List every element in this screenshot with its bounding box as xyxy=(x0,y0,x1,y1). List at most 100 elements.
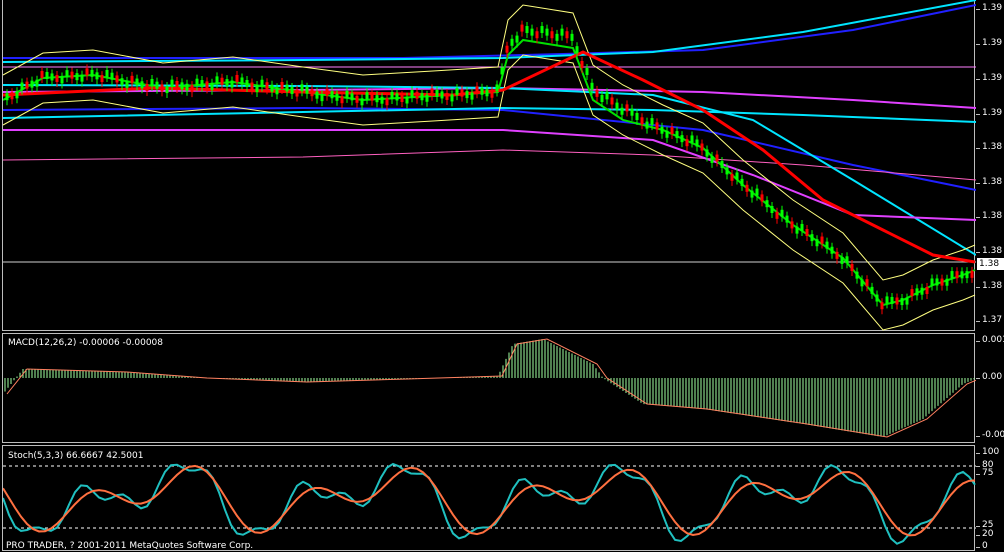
candle-body xyxy=(795,226,799,234)
candle-body xyxy=(265,82,269,90)
candle-body xyxy=(415,91,419,99)
candle-body xyxy=(190,85,194,93)
stochastic-axis: 100 80 75 25 20 0 xyxy=(975,445,1004,551)
price-tick: 1.38 xyxy=(975,142,1003,152)
candle-body xyxy=(300,84,304,92)
candle-body xyxy=(90,69,94,77)
candle-body xyxy=(95,72,99,80)
candle-body xyxy=(825,241,829,249)
candle-body xyxy=(335,93,339,101)
candle-body xyxy=(805,229,809,237)
candle-body xyxy=(215,76,219,84)
price-chart-canvas xyxy=(3,0,976,331)
candle-body xyxy=(540,26,544,34)
candle-body xyxy=(280,82,284,89)
blue-ma-line xyxy=(3,4,976,59)
candle-body xyxy=(665,130,669,138)
candle-body xyxy=(115,75,119,83)
candle-body xyxy=(590,82,594,90)
candle-body xyxy=(510,38,514,46)
candle-body xyxy=(150,78,154,86)
price-tick: 1.38 xyxy=(975,281,1003,291)
candle-body xyxy=(5,93,9,101)
candle-body xyxy=(970,270,974,278)
candle-body xyxy=(245,80,249,87)
candle-body xyxy=(175,81,179,88)
candle-body xyxy=(475,86,479,94)
candle-body xyxy=(555,33,559,41)
macd-signal-line xyxy=(6,338,976,438)
candle-body xyxy=(360,98,364,106)
candle-body xyxy=(785,215,789,223)
candle-body xyxy=(350,93,354,101)
stochastic-pane[interactable]: Stoch(5,3,3) 66.6667 42.5001 xyxy=(2,445,976,551)
candle-body xyxy=(135,78,139,86)
candle-body xyxy=(570,33,574,41)
candle-body xyxy=(645,121,649,129)
candle-body xyxy=(525,26,529,34)
candle-body xyxy=(880,302,884,310)
candle-body xyxy=(600,95,604,102)
price-chart-pane[interactable] xyxy=(2,0,976,331)
candle-body xyxy=(25,81,29,89)
candle-body xyxy=(705,149,709,157)
copyright-text: PRO TRADER, ? 2001-2011 MetaQuotes Softw… xyxy=(6,541,254,551)
candle-body xyxy=(780,209,784,217)
price-tick: 1.39 xyxy=(975,38,1003,48)
candle-body xyxy=(185,83,189,91)
candle-body xyxy=(480,87,484,95)
price-axis: 1.39 1.39 1.39 1.39 1.38 1.38 1.38 1.38 … xyxy=(975,0,1004,331)
candle-body xyxy=(650,118,654,126)
candle-body xyxy=(80,74,84,82)
candle-body xyxy=(900,298,904,306)
candle-body xyxy=(40,70,44,78)
candle-body xyxy=(345,90,349,98)
stoch-tick: 100 xyxy=(975,447,1000,457)
cyan-ma-line xyxy=(3,0,976,63)
candle-body xyxy=(950,271,954,279)
candle-body xyxy=(370,93,374,101)
fast-ma-line xyxy=(3,38,976,307)
candle-body xyxy=(800,223,804,231)
candle-body xyxy=(410,90,414,98)
candle-body xyxy=(860,279,864,287)
candle-body xyxy=(850,263,854,271)
candle-body xyxy=(670,127,674,135)
candle-body xyxy=(65,70,69,78)
candle-body xyxy=(295,89,299,97)
candle-body xyxy=(560,28,564,36)
candle-body xyxy=(310,89,314,97)
candle-body xyxy=(630,108,634,116)
candle-body xyxy=(835,251,839,259)
macd-pane[interactable]: MACD(12,26,2) -0.00006 -0.00008 xyxy=(2,333,976,443)
candle-body xyxy=(130,75,134,83)
candle-body xyxy=(920,287,924,295)
candle-body xyxy=(195,78,199,86)
price-tick: 1.39 xyxy=(975,3,1003,13)
candle-body xyxy=(425,94,429,102)
blue-ma-line-2 xyxy=(3,106,976,191)
pink-ma-line xyxy=(3,149,976,181)
candle-body xyxy=(810,234,814,242)
candle-body xyxy=(140,81,144,89)
candle-body xyxy=(845,256,849,264)
candle-body xyxy=(550,31,554,39)
candle-body xyxy=(180,82,184,90)
candle-body xyxy=(905,297,909,305)
current-price-marker: 1.38 xyxy=(977,258,1004,270)
candle-body xyxy=(585,68,589,75)
candle-body xyxy=(260,79,264,87)
candle-body xyxy=(730,173,734,181)
candle-body xyxy=(910,289,914,297)
candle-body xyxy=(830,246,834,254)
candle-body xyxy=(875,294,879,302)
candle-body xyxy=(380,96,384,104)
candle-body xyxy=(580,61,584,68)
candle-body xyxy=(735,172,739,180)
candle-body xyxy=(400,94,404,102)
candle-body xyxy=(255,85,259,93)
candle-body xyxy=(15,91,19,99)
candle-body xyxy=(330,91,334,99)
candle-body xyxy=(145,84,149,92)
candle-body xyxy=(45,71,49,79)
